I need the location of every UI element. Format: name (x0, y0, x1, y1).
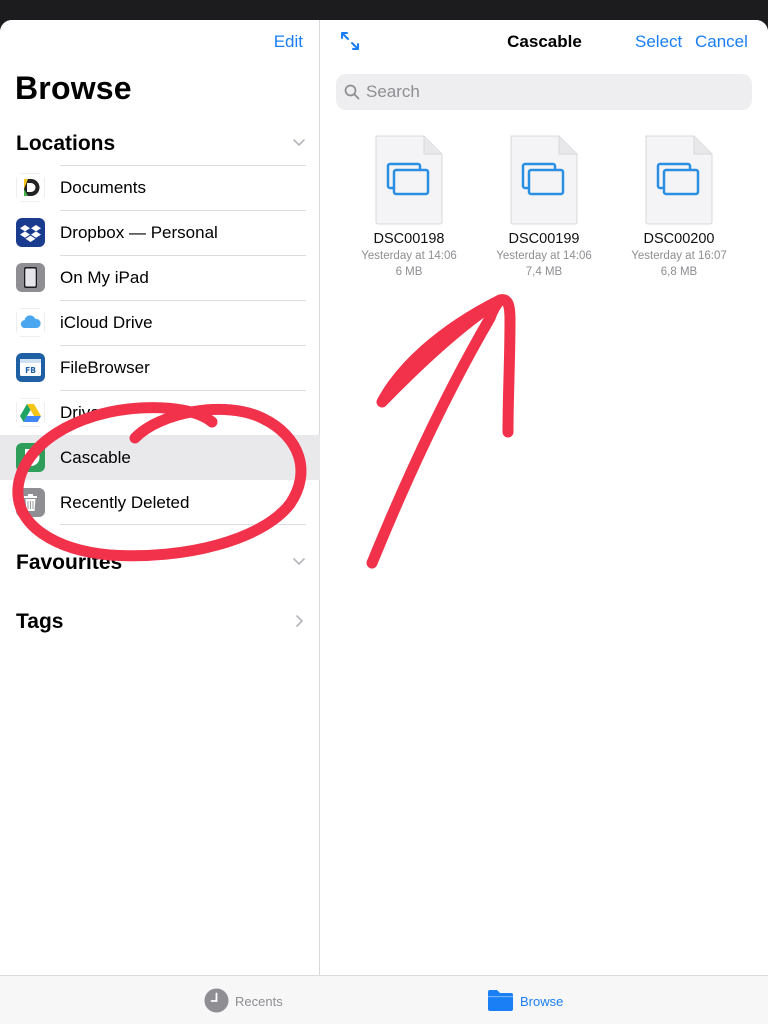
image-file-icon (645, 135, 713, 225)
file-item[interactable]: DSC00198 Yesterday at 14:06 6 MB (344, 134, 474, 284)
row-separator (60, 345, 306, 346)
file-item[interactable]: DSC00199 Yesterday at 14:06 7,4 MB (479, 134, 609, 284)
locations-label: Locations (16, 132, 116, 155)
file-date: Yesterday at 16:07 (631, 250, 727, 262)
image-file-icon (375, 135, 443, 225)
search-icon (344, 84, 360, 100)
select-button[interactable]: Select (635, 32, 682, 52)
location-item-on-my-ipad[interactable]: On My iPad (0, 255, 320, 300)
main-pane: Cascable Select Cancel DSC00198 Yesterda… (321, 20, 768, 975)
sidebar: Edit Browse Locations Documents Dropbox … (0, 20, 320, 975)
cancel-button[interactable]: Cancel (695, 32, 748, 52)
tags-label: Tags (16, 610, 64, 633)
tab-bar: Recents Browse (0, 975, 768, 1024)
dropbox-icon (16, 218, 45, 247)
location-item-dropbox[interactable]: Dropbox — Personal (0, 210, 320, 255)
location-label: FileBrowser (60, 358, 150, 377)
icloud-icon (16, 308, 45, 337)
row-separator (60, 524, 306, 525)
file-item[interactable]: DSC00200 Yesterday at 16:07 6,8 MB (614, 134, 744, 284)
location-label: Recently Deleted (60, 493, 190, 512)
row-separator (60, 300, 306, 301)
chevron-down-icon (293, 558, 305, 566)
chevron-right-icon (296, 615, 304, 627)
file-name: DSC00200 (643, 231, 715, 247)
sidebar-title: Browse (15, 70, 132, 106)
location-item-filebrowser[interactable]: FB FileBrowser (0, 345, 320, 390)
favourites-header[interactable]: Favourites (16, 547, 306, 581)
row-separator (60, 255, 306, 256)
location-item-recently-deleted[interactable]: Recently Deleted (0, 480, 320, 525)
location-item-documents[interactable]: Documents (0, 165, 320, 210)
tab-label: Browse (520, 994, 564, 1009)
file-size: 7,4 MB (525, 266, 563, 278)
location-label: On My iPad (60, 268, 149, 287)
files-sheet: Edit Browse Locations Documents Dropbox … (0, 20, 768, 1024)
svg-text:FB: FB (25, 366, 36, 375)
documents-app-icon (16, 173, 45, 202)
row-separator (60, 210, 306, 211)
file-date: Yesterday at 14:06 (361, 250, 457, 262)
chevron-down-icon (293, 139, 305, 147)
cascable-icon (16, 443, 45, 472)
row-separator (60, 165, 306, 166)
tab-label: Recents (235, 994, 283, 1009)
row-separator (60, 390, 306, 391)
tags-header[interactable]: Tags (16, 606, 306, 640)
location-item-drive[interactable]: Drive (0, 390, 320, 435)
google-drive-icon (16, 398, 45, 427)
location-item-cascable[interactable]: Cascable (0, 435, 320, 480)
location-item-icloud-drive[interactable]: iCloud Drive (0, 300, 320, 345)
file-name: DSC00198 (373, 231, 445, 247)
location-label: iCloud Drive (60, 313, 153, 332)
file-name: DSC00199 (508, 231, 580, 247)
tab-recents[interactable]: Recents (204, 988, 294, 1014)
filebrowser-icon: FB (16, 353, 45, 382)
status-bar (0, 0, 768, 20)
clock-icon (204, 988, 229, 1013)
location-label: Dropbox — Personal (60, 223, 218, 242)
folder-icon (488, 990, 513, 1011)
tab-browse[interactable]: Browse (487, 988, 577, 1014)
favourites-label: Favourites (16, 551, 123, 574)
file-size: 6 MB (395, 266, 423, 278)
locations-list: Documents Dropbox — Personal On My iPad (0, 165, 320, 525)
location-label: Cascable (60, 448, 131, 467)
search-bar[interactable] (336, 74, 752, 110)
trash-icon (16, 488, 45, 517)
file-size: 6,8 MB (660, 266, 698, 278)
locations-header[interactable]: Locations (16, 128, 306, 162)
location-label: Drive (60, 403, 100, 422)
image-file-icon (510, 135, 578, 225)
search-input[interactable] (366, 74, 736, 110)
file-date: Yesterday at 14:06 (496, 250, 592, 262)
location-label: Documents (60, 178, 146, 197)
edit-button[interactable]: Edit (274, 32, 303, 52)
ipad-icon (16, 263, 45, 292)
